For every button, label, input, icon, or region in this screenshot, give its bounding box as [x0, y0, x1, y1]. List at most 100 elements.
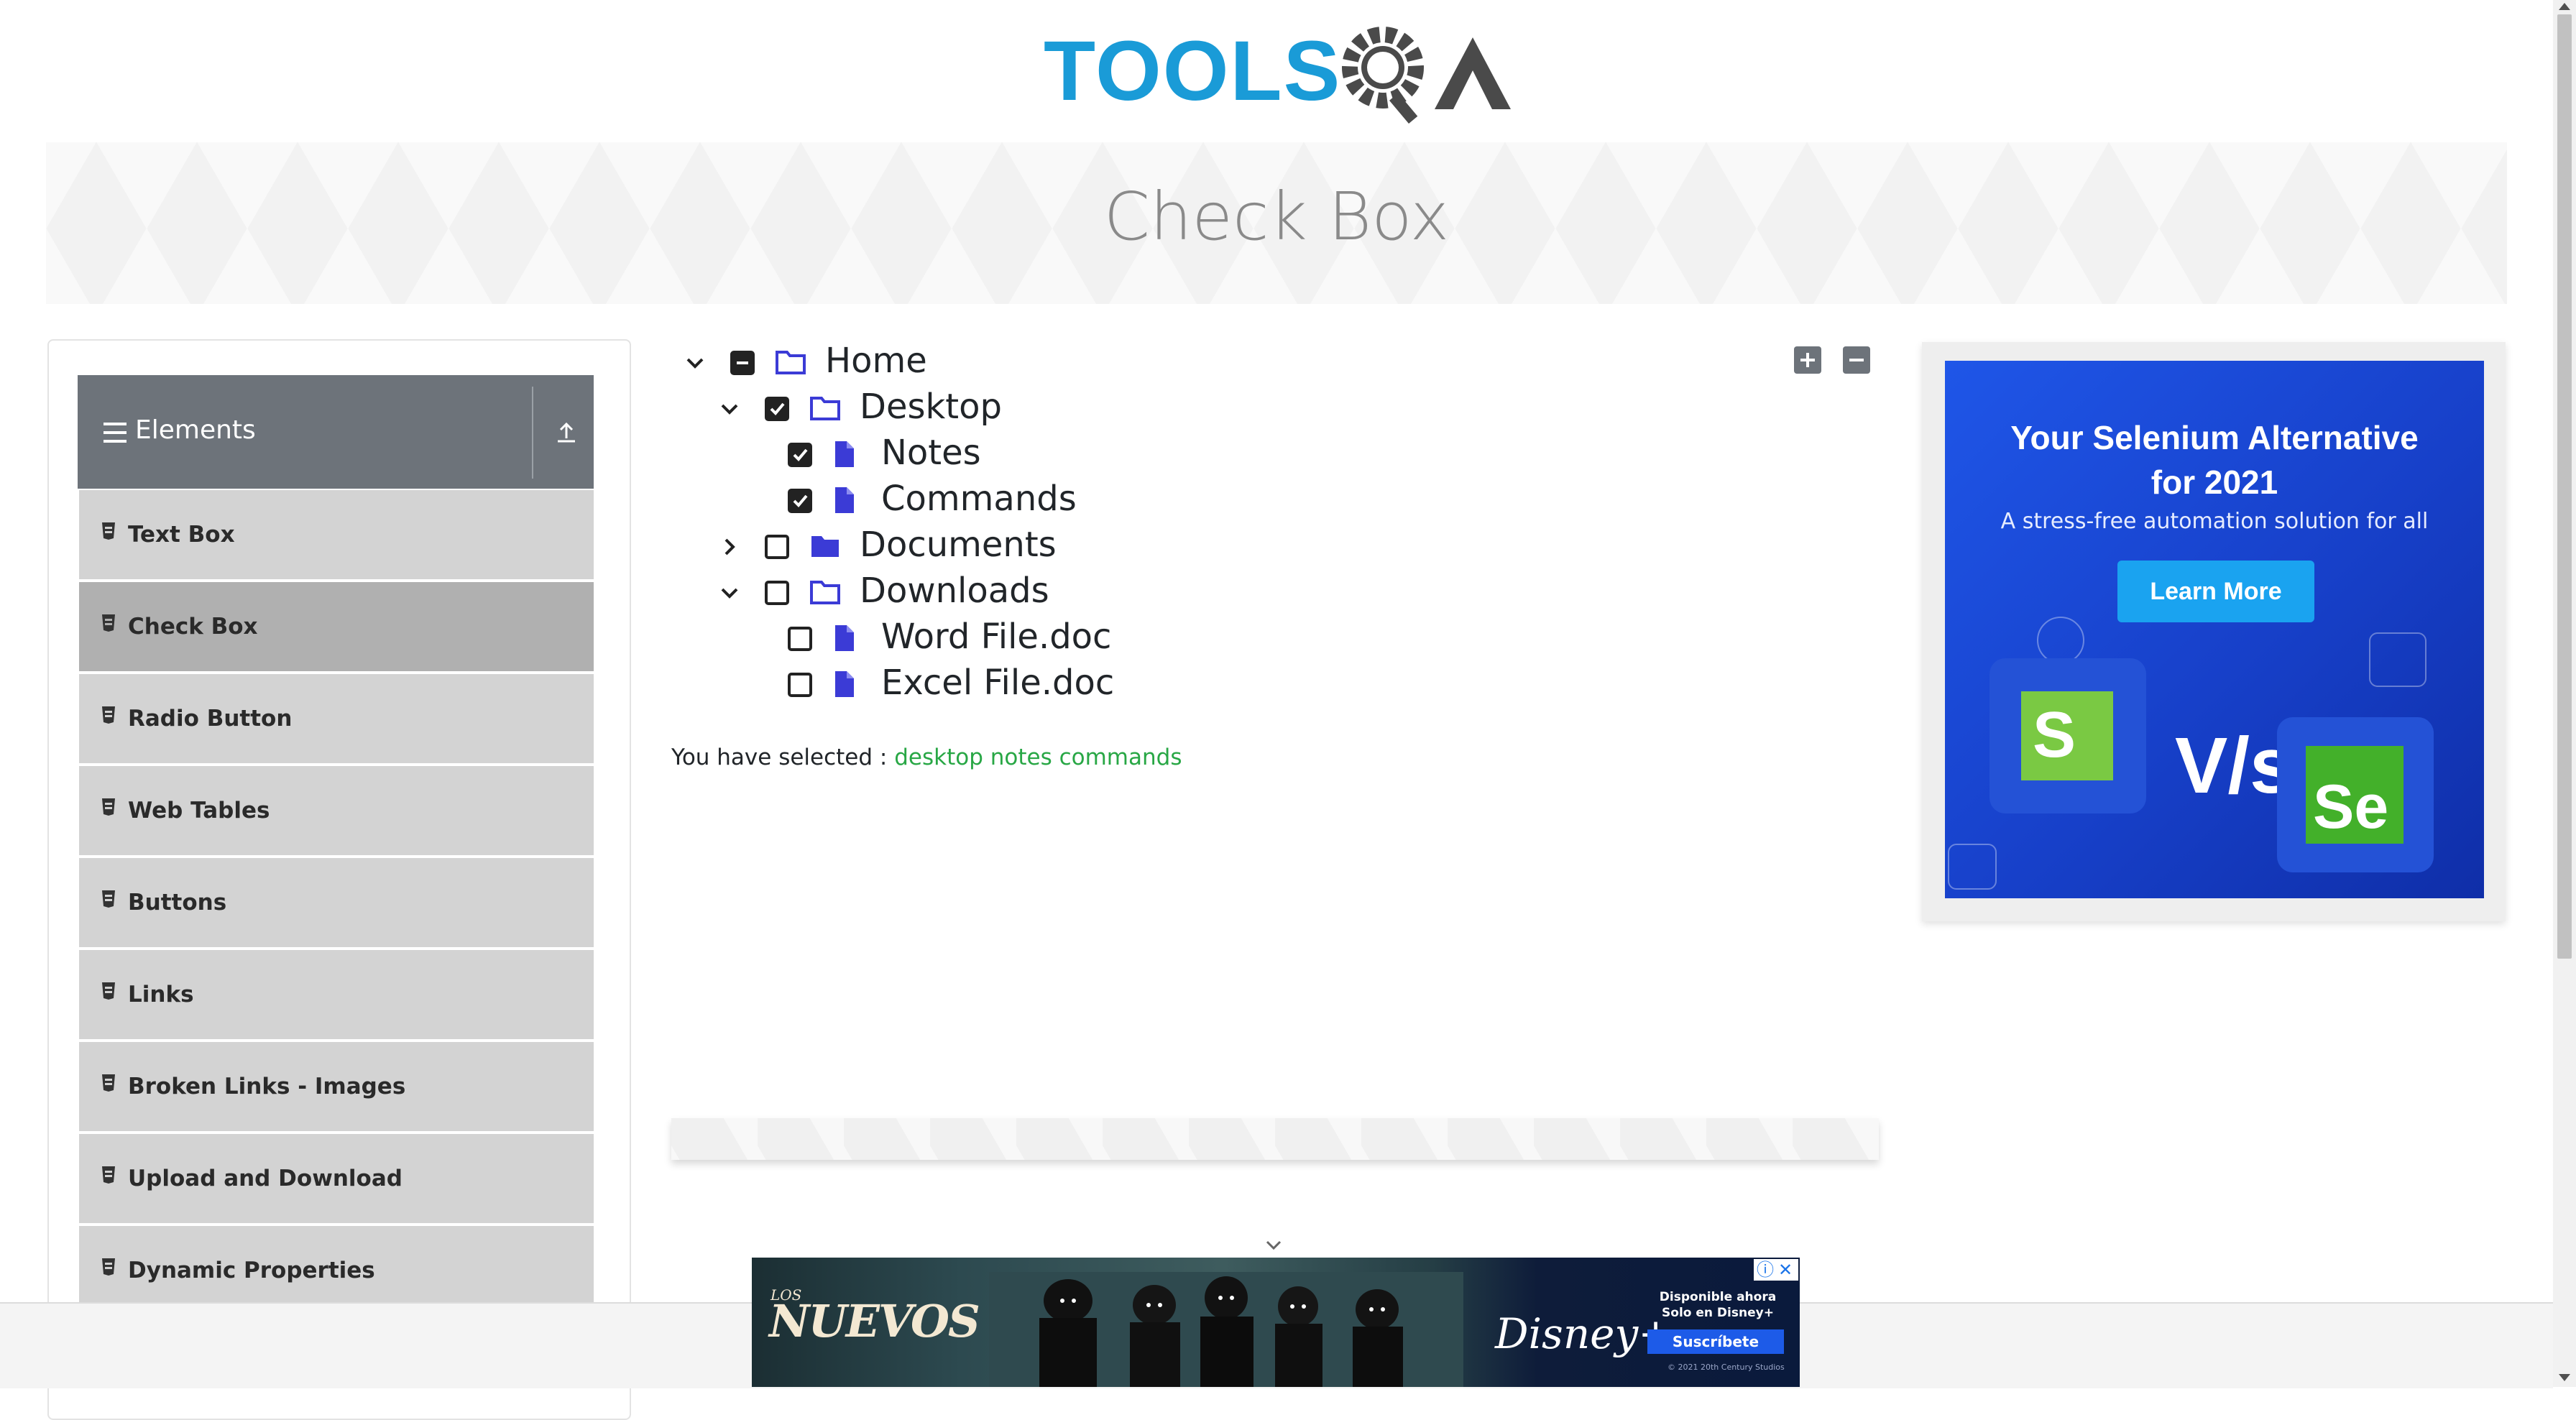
chevron-down-icon[interactable] [717, 397, 742, 421]
commands-checkbox[interactable] [788, 489, 812, 513]
file-icon [835, 441, 854, 467]
desktop-checkbox[interactable] [765, 397, 789, 421]
toolsqa-logo[interactable]: TOOLS [1044, 22, 1511, 129]
minus-icon [737, 361, 748, 364]
logo-letter-a [1435, 37, 1511, 109]
word-file-checkbox[interactable] [788, 627, 812, 651]
tree-node-label[interactable]: Commands [881, 479, 1077, 519]
movie-poster-image [989, 1272, 1463, 1387]
result-prefix: You have selected : [671, 744, 888, 770]
html-file-icon [102, 522, 115, 540]
chevron-down-icon[interactable] [717, 581, 742, 605]
tree-node-downloads: Downloads [717, 571, 1149, 618]
hamburger-icon [104, 423, 126, 443]
page-title: Check Box [1103, 178, 1450, 255]
page-scrollbar[interactable] [2553, 0, 2576, 1387]
folder-open-icon [810, 581, 840, 604]
chevron-down-icon[interactable] [1263, 1235, 1284, 1256]
tree-node-desktop: Desktop [717, 387, 1149, 434]
tree-node-label[interactable]: Home [825, 341, 927, 381]
sidebar-item-links[interactable]: Links [79, 950, 594, 1042]
html-file-icon [102, 614, 115, 632]
expand-all-button[interactable] [1794, 346, 1821, 374]
ad-logo-left: S [2033, 699, 2076, 771]
sidebar-item-radio-button[interactable]: Radio Button [79, 674, 594, 766]
tree-node-label[interactable]: Notes [881, 433, 981, 473]
collapse-arrow-icon[interactable] [552, 417, 581, 446]
ad-headline: Your Selenium Alternative for 2021 [2010, 419, 2419, 501]
html-file-icon [102, 706, 115, 724]
tree-node-notes: Notes [788, 433, 1219, 480]
selenium-alternative-ad[interactable]: Your Selenium Alternative for 2021 A str… [1945, 361, 2484, 898]
subscribe-button[interactable]: Suscríbete [1647, 1329, 1784, 1354]
sidebar-item-check-box[interactable]: Check Box [79, 582, 594, 674]
ad-copyright: © 2021 20th Century Studios [1668, 1363, 1785, 1372]
chevron-right-icon[interactable] [717, 535, 742, 559]
learn-more-button[interactable]: Learn More [2117, 561, 2314, 622]
tree-node-commands: Commands [788, 479, 1219, 526]
ad-info-icon[interactable]: ⓘ [1757, 1260, 1774, 1279]
tree-node-label[interactable]: Word File.doc [881, 617, 1111, 657]
tree-node-label[interactable]: Excel File.doc [881, 663, 1114, 703]
file-icon [835, 671, 854, 697]
checkmark-icon [793, 448, 808, 461]
ad-choices-controls[interactable]: ⓘ ✕ [1754, 1259, 1798, 1281]
ad-availability: Disponible ahora Solo en Disney+ [1659, 1290, 1777, 1320]
sidebar-item-label: Web Tables [128, 798, 270, 824]
notes-checkbox[interactable] [788, 443, 812, 467]
tree-node-home: Home [683, 341, 1114, 388]
scrollbar-thumb[interactable] [2557, 14, 2572, 959]
ad-brand: Disney+ [1495, 1309, 1673, 1358]
sidebar-item-label: Text Box [128, 522, 235, 548]
documents-checkbox[interactable] [765, 535, 789, 559]
selection-result: You have selected : desktop notes comman… [671, 744, 1182, 770]
file-icon [835, 487, 854, 513]
excel-file-checkbox[interactable] [788, 673, 812, 697]
tree-node-label[interactable]: Documents [860, 525, 1057, 565]
result-item: commands [1059, 744, 1182, 770]
file-icon [835, 625, 854, 651]
scroll-up-icon[interactable] [2559, 3, 2570, 10]
browser-icon [1948, 844, 1997, 890]
sidebar-item-text-box[interactable]: Text Box [79, 490, 594, 582]
sidebar-item-label: Radio Button [128, 706, 293, 732]
folder-open-icon [810, 397, 840, 420]
downloads-checkbox[interactable] [765, 581, 789, 605]
minus-icon [1849, 359, 1864, 361]
sidebar-item-broken-links[interactable]: Broken Links - Images [79, 1042, 594, 1134]
sidebar-item-label: Upload and Download [128, 1166, 402, 1191]
html-file-icon [102, 1166, 115, 1184]
logo-text-tools: TOOLS [1044, 24, 1342, 119]
sidebar-item-web-tables[interactable]: Web Tables [79, 766, 594, 858]
clock-icon [2037, 617, 2084, 664]
html-file-icon [102, 890, 115, 908]
html-file-icon [102, 1074, 115, 1092]
sidebar-item-upload-download[interactable]: Upload and Download [79, 1134, 594, 1226]
ad-logo-right: Se [2313, 773, 2389, 842]
ad-vs-text: V/s [2175, 721, 2294, 810]
tree-node-label[interactable]: Desktop [860, 387, 1002, 427]
chevron-down-icon[interactable] [683, 351, 707, 375]
close-icon[interactable]: ✕ [1778, 1260, 1793, 1279]
html-file-icon [102, 982, 115, 1000]
checkmark-icon [770, 402, 785, 415]
checkmark-icon [793, 494, 808, 507]
sidebar-item-buttons[interactable]: Buttons [79, 858, 594, 950]
plus-icon [1800, 353, 1815, 367]
ad-logo-right-tile: Se [2277, 717, 2434, 872]
header-divider [532, 387, 533, 479]
sidebar-item-label: Check Box [128, 614, 258, 640]
ad-subtitle: A stress-free automation solution for al… [2000, 509, 2429, 534]
group-title: Elements [135, 415, 256, 445]
sidebar-item-label: Buttons [128, 890, 227, 916]
folder-icon [811, 536, 839, 557]
nuevos-mutantes-ad[interactable]: LOS NUEVOS MUTANTES Disney+ Disponible a… [752, 1258, 1800, 1387]
home-checkbox[interactable] [730, 351, 755, 375]
elements-group-header[interactable]: Elements [78, 375, 594, 489]
collapse-all-button[interactable] [1843, 346, 1870, 374]
html-file-icon [102, 1258, 115, 1276]
tree-node-documents: Documents [717, 525, 1149, 572]
folder-open-icon [776, 351, 806, 374]
scroll-down-icon[interactable] [2559, 1374, 2570, 1381]
tree-node-label[interactable]: Downloads [860, 571, 1049, 611]
